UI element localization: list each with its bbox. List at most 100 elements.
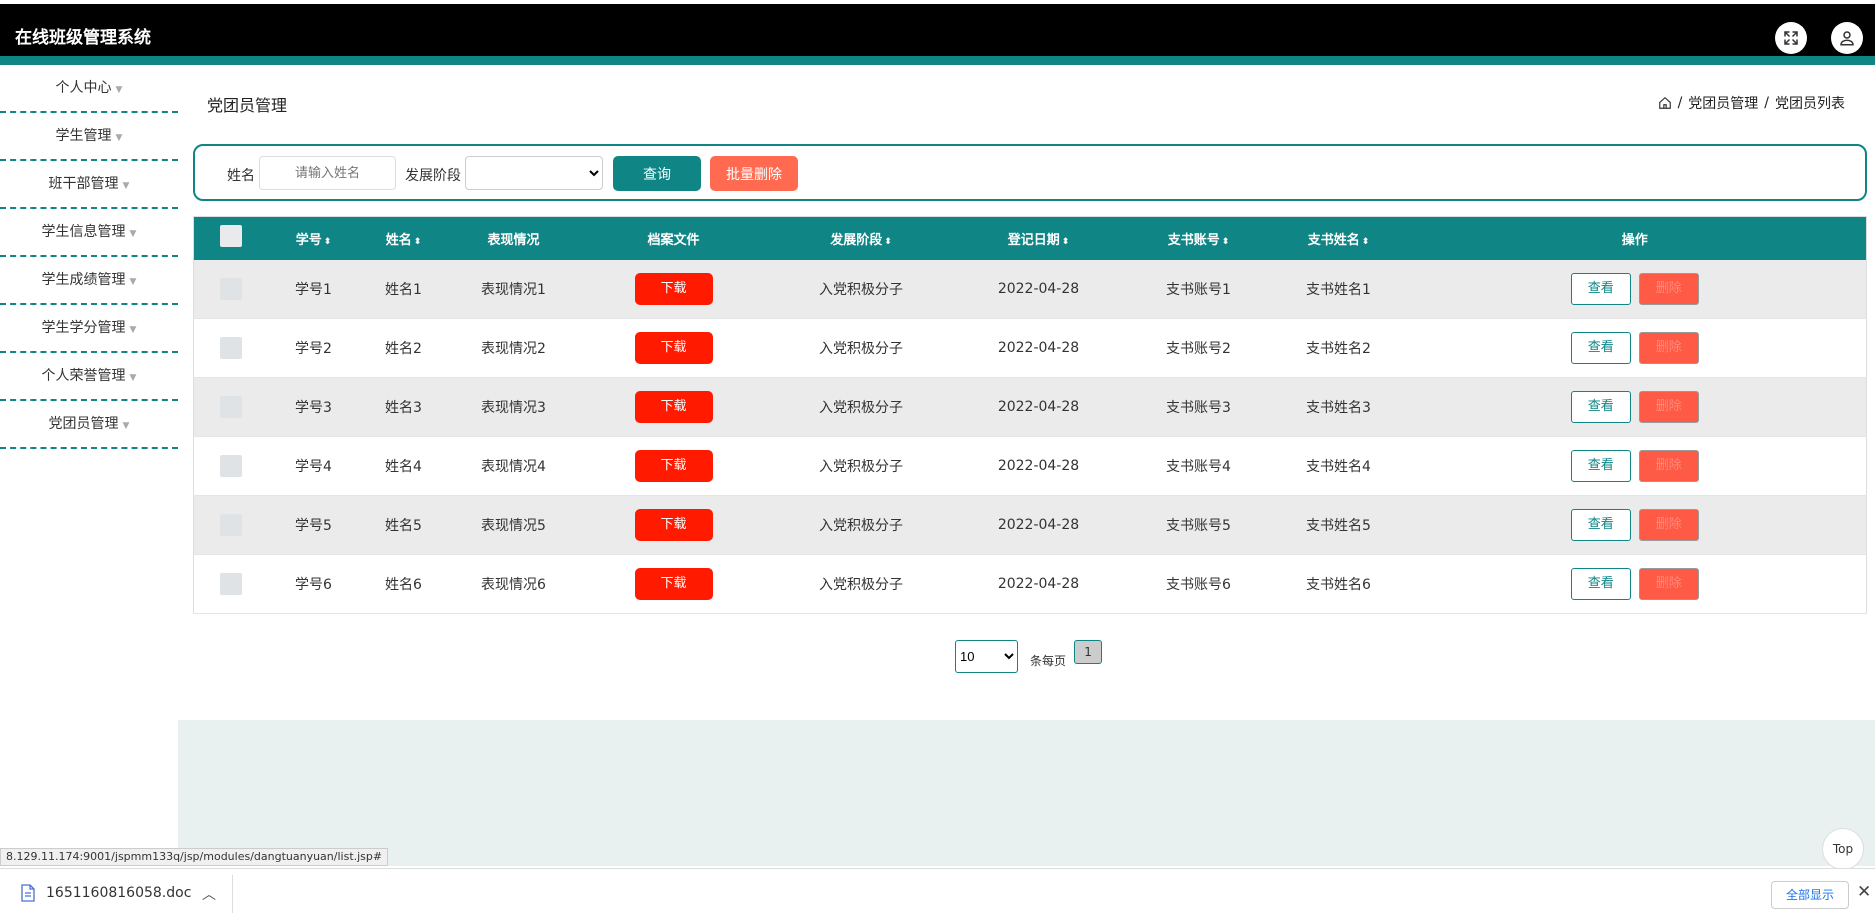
- name-search-input[interactable]: [259, 156, 396, 190]
- cell-secretary-name: 支书姓名1: [1273, 259, 1404, 319]
- party-member-table: 学号 ⬍ 姓名 ⬍ 表现情况 档案文件 发展阶段 ⬍ 登记日期 ⬍ 支书账号 ⬍ 支书姓名…: [193, 216, 1867, 614]
- row-checkbox[interactable]: [220, 396, 243, 418]
- col-header-stage[interactable]: 发展阶段 ⬍: [768, 216, 954, 260]
- content-footer-area: [178, 720, 1875, 866]
- table-row: 学号2 姓名2 表现情况2 下载 入党积极分子 2022-04-28 支书账号2 支书姓名2 查…: [193, 318, 1867, 378]
- cell-date: 2022-04-28: [953, 436, 1124, 496]
- download-bar: 1651160816058.doc ︿ 全部显示 ✕: [0, 868, 1875, 918]
- view-button[interactable]: 查看: [1570, 272, 1631, 305]
- delete-button[interactable]: 删除: [1638, 450, 1699, 482]
- breadcrumb-item: 党团员列表: [1775, 96, 1845, 112]
- cell-student-id: 学号4: [268, 436, 359, 496]
- cell-stage: 入党积极分子: [768, 377, 954, 437]
- sidebar-item-student-credits[interactable]: 学生学分管理 ▼: [0, 305, 178, 353]
- search-panel: 姓名 发展阶段 查询 批量删除: [193, 144, 1867, 201]
- query-button[interactable]: 查询: [613, 156, 701, 191]
- cell-archive: 下载: [578, 554, 769, 614]
- per-page-label: 条每页: [1030, 654, 1067, 668]
- divider: [232, 875, 233, 913]
- view-button[interactable]: 查看: [1570, 391, 1631, 423]
- user-icon[interactable]: [1831, 22, 1863, 54]
- download-button[interactable]: 下载: [634, 391, 713, 423]
- cell-name: 姓名4: [358, 436, 449, 496]
- row-checkbox[interactable]: [220, 337, 243, 359]
- sidebar-item-personal-center[interactable]: 个人中心 ▼: [0, 65, 178, 113]
- col-header-name[interactable]: 姓名 ⬍: [358, 216, 449, 260]
- row-checkbox[interactable]: [220, 277, 243, 300]
- cell-archive: 下载: [578, 495, 769, 555]
- delete-button[interactable]: 删除: [1638, 332, 1699, 364]
- sidebar-item-student-info[interactable]: 学生信息管理 ▼: [0, 209, 178, 257]
- caret-down-icon: ▼: [122, 181, 130, 191]
- cell-student-id: 学号6: [268, 554, 359, 614]
- col-header-secretary-account[interactable]: 支书账号 ⬍: [1123, 216, 1274, 260]
- page-size-select[interactable]: 10: [955, 640, 1018, 673]
- cell-stage: 入党积极分子: [768, 495, 954, 555]
- cell-actions: 查看 删除: [1403, 554, 1867, 614]
- cell-secretary-account: 支书账号5: [1123, 495, 1274, 555]
- download-item[interactable]: 1651160816058.doc: [20, 884, 191, 902]
- stage-select[interactable]: [465, 156, 603, 190]
- page-number-button[interactable]: 1: [1074, 639, 1103, 664]
- download-button[interactable]: 下载: [634, 509, 713, 541]
- cell-secretary-account: 支书账号4: [1123, 436, 1274, 496]
- download-button[interactable]: 下载: [634, 568, 713, 600]
- home-icon[interactable]: [1658, 96, 1672, 110]
- chevron-up-icon[interactable]: ︿: [202, 884, 216, 904]
- pagination: 10 条每页 1: [955, 639, 1103, 673]
- sort-icon: ⬍: [413, 236, 422, 247]
- breadcrumb-item[interactable]: 党团员管理: [1688, 93, 1758, 113]
- sidebar-item-student-grades[interactable]: 学生成绩管理 ▼: [0, 257, 178, 305]
- download-button[interactable]: 下载: [634, 272, 713, 305]
- download-button[interactable]: 下载: [634, 332, 713, 364]
- select-all-checkbox[interactable]: [220, 225, 243, 248]
- sidebar-item-personal-honors[interactable]: 个人荣誉管理 ▼: [0, 353, 178, 401]
- delete-button[interactable]: 删除: [1638, 568, 1699, 600]
- col-header-student-id[interactable]: 学号 ⬍: [268, 216, 359, 260]
- cell-stage: 入党积极分子: [768, 554, 954, 614]
- delete-button[interactable]: 删除: [1638, 272, 1699, 305]
- row-checkbox[interactable]: [220, 573, 243, 595]
- back-to-top-button[interactable]: Top: [1822, 828, 1864, 870]
- sidebar-item-label: 学生信息管理: [41, 224, 126, 240]
- sidebar-item-label: 个人中心: [55, 80, 112, 96]
- cell-archive: 下载: [578, 377, 769, 437]
- row-select-cell: [193, 377, 269, 437]
- cell-stage: 入党积极分子: [768, 318, 954, 378]
- download-button[interactable]: 下载: [634, 450, 713, 482]
- view-button[interactable]: 查看: [1570, 450, 1631, 482]
- view-button[interactable]: 查看: [1570, 568, 1631, 600]
- top-bar: 在线班级管理系统: [0, 4, 1875, 65]
- sidebar-item-party-members[interactable]: 党团员管理 ▼: [0, 401, 178, 449]
- row-checkbox[interactable]: [220, 455, 243, 477]
- download-filename: 1651160816058.doc: [46, 885, 192, 901]
- sidebar-item-label: 个人荣誉管理: [41, 368, 126, 384]
- row-checkbox[interactable]: [220, 514, 243, 536]
- cell-name: 姓名3: [358, 377, 449, 437]
- close-icon[interactable]: ✕: [1857, 882, 1871, 902]
- fullscreen-icon[interactable]: [1775, 22, 1807, 54]
- sort-icon: ⬍: [1221, 236, 1230, 247]
- table-row: 学号5 姓名5 表现情况5 下载 入党积极分子 2022-04-28 支书账号5 支书姓名5 查…: [193, 495, 1867, 555]
- batch-delete-button[interactable]: 批量删除: [710, 156, 798, 191]
- cell-date: 2022-04-28: [953, 259, 1124, 319]
- cell-actions: 查看 删除: [1403, 259, 1867, 319]
- cell-performance: 表现情况1: [448, 259, 579, 319]
- table-row: 学号4 姓名4 表现情况4 下载 入党积极分子 2022-04-28 支书账号4 支书姓名4 查…: [193, 436, 1867, 496]
- sidebar-item-class-cadres[interactable]: 班干部管理 ▼: [0, 161, 178, 209]
- table-row: 学号1 姓名1 表现情况1 下载 入党积极分子 2022-04-28 支书账号1 支书姓名1 查…: [193, 259, 1867, 319]
- page-title: 党团员管理: [207, 96, 288, 115]
- cell-secretary-name: 支书姓名4: [1273, 436, 1404, 496]
- view-button[interactable]: 查看: [1570, 509, 1631, 541]
- col-header-date[interactable]: 登记日期 ⬍: [953, 216, 1124, 260]
- show-all-downloads-button[interactable]: 全部显示: [1771, 881, 1849, 909]
- sort-icon: ⬍: [1361, 236, 1370, 247]
- breadcrumb: / 党团员管理 / 党团员列表: [1658, 93, 1845, 113]
- cell-stage: 入党积极分子: [768, 436, 954, 496]
- delete-button[interactable]: 删除: [1638, 391, 1699, 423]
- col-header-secretary-name[interactable]: 支书姓名 ⬍: [1273, 216, 1404, 260]
- delete-button[interactable]: 删除: [1638, 509, 1699, 541]
- cell-archive: 下载: [578, 259, 769, 319]
- sidebar-item-students[interactable]: 学生管理 ▼: [0, 113, 178, 161]
- view-button[interactable]: 查看: [1570, 332, 1631, 364]
